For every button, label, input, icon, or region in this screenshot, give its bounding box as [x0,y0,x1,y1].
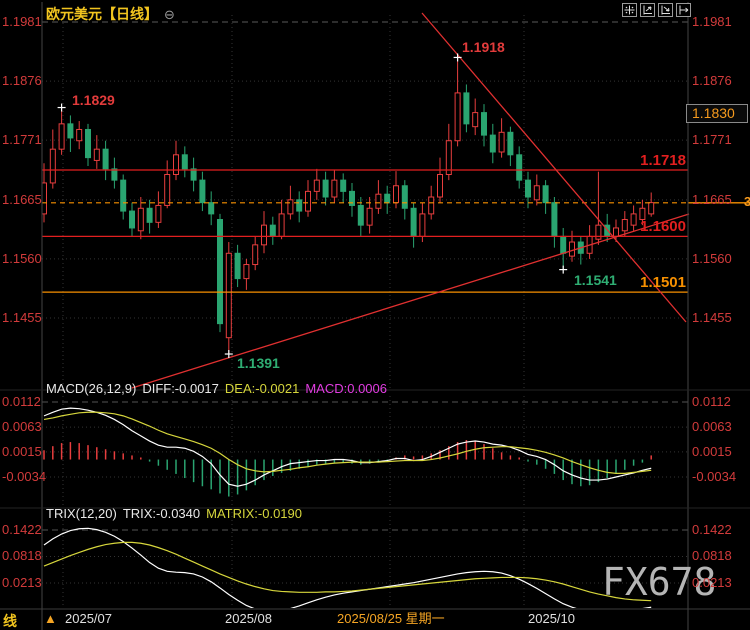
price-axis-label-left: 1.1665 [2,193,38,207]
date-axis-label: 2025/07 [65,612,112,626]
macd-macd-value: MACD:0.0006 [305,381,387,396]
price-axis-label-right: 1.1876 [692,74,732,88]
axis-expand-right-icon[interactable] [658,3,673,17]
price-axis-label-right: 1.1771 [692,133,732,147]
macd-axis-label-right: 0.0063 [692,420,732,434]
axis-expand-left-icon[interactable] [640,3,655,17]
price-axis-label-left: 1.1981 [2,15,38,29]
macd-dea-value: DEA:-0.0021 [225,381,299,396]
macd-axis-label-right: 0.0015 [692,445,732,459]
macd-header: MACD(26,12,9) DIFF:-0.0017 DEA:-0.0021 MACD… [46,381,393,396]
macd-axis-label-left: 0.0063 [2,420,38,434]
price-axis-label-right: 1.1665 [692,193,732,207]
symbol-title: 欧元美元【日线】 [46,6,158,22]
draw-line-label[interactable]: 线 [3,611,17,630]
trix-axis-label-left: 0.1422 [2,523,38,537]
macd-series [44,408,651,496]
trix-axis-label-right: 0.0818 [692,549,732,563]
level-price-label: 1.1600 [0,220,686,234]
trix-name: TRIX(12,20) [46,506,117,521]
date-axis-label: 2025/08 [225,612,272,626]
date-axis-label: 2025/10 [528,612,575,626]
price-alert-box[interactable]: 1.1830 [686,104,748,123]
trix-axis-label-right: 0.0213 [692,576,732,590]
price-axis-label-left: 1.1771 [2,133,38,147]
clipped-axis-fragment: 3 [744,194,750,209]
price-axis-label-left: 1.1455 [2,311,38,325]
trix-series [44,528,651,612]
trix-axis-label-right: 0.1422 [692,523,732,537]
triangle-up-icon[interactable]: ▲ [44,611,57,626]
move-icon[interactable] [622,3,637,17]
date-axis-label: 2025/08/25 星期一 [337,612,445,626]
swing-low-label: 1.1391 [237,356,280,370]
macd-diff-value: DIFF:-0.0017 [142,381,219,396]
chart-window: 欧元美元【日线】 ⊖ MACD(26,12,9) DIFF:-0.0017 DEA:-… [0,0,750,630]
price-axis-label-right: 1.1981 [692,15,732,29]
macd-axis-label-left: -0.0034 [2,470,38,484]
pan-right-icon[interactable] [676,3,691,17]
macd-axis-label-right: -0.0034 [692,470,736,484]
swing-high-label: 1.1829 [72,93,115,107]
macd-axis-label-right: 0.0112 [692,395,731,409]
price-axis-label-left: 1.1876 [2,74,38,88]
macd-axis-label-left: 0.0015 [2,445,38,459]
extreme-point-markers [58,53,568,358]
trix-header: TRIX(12,20) TRIX:-0.0340 MATRIX:-0.0190 [46,506,308,521]
macd-axis-label-left: 0.0112 [2,395,38,409]
trix-axis-label-left: 0.0818 [2,549,38,563]
candlestick-series [42,57,654,354]
chart-title-row: 欧元美元【日线】 ⊖ [46,4,175,24]
matrix-value: MATRIX:-0.0190 [206,506,302,521]
swing-high-label: 1.1918 [462,40,505,54]
chart-toolbar [622,3,691,17]
price-axis-label-right: 1.1455 [692,311,732,325]
price-axis-label-right: 1.1560 [692,252,732,266]
swing-low-label: 1.1541 [574,273,617,287]
level-price-label: 1.1718 [0,154,686,168]
trix-axis-label-left: 0.0213 [2,576,38,590]
trix-value: TRIX:-0.0340 [123,506,200,521]
price-axis-label-left: 1.1560 [2,252,38,266]
macd-name: MACD(26,12,9) [46,381,136,396]
collapse-icon[interactable]: ⊖ [164,7,175,22]
